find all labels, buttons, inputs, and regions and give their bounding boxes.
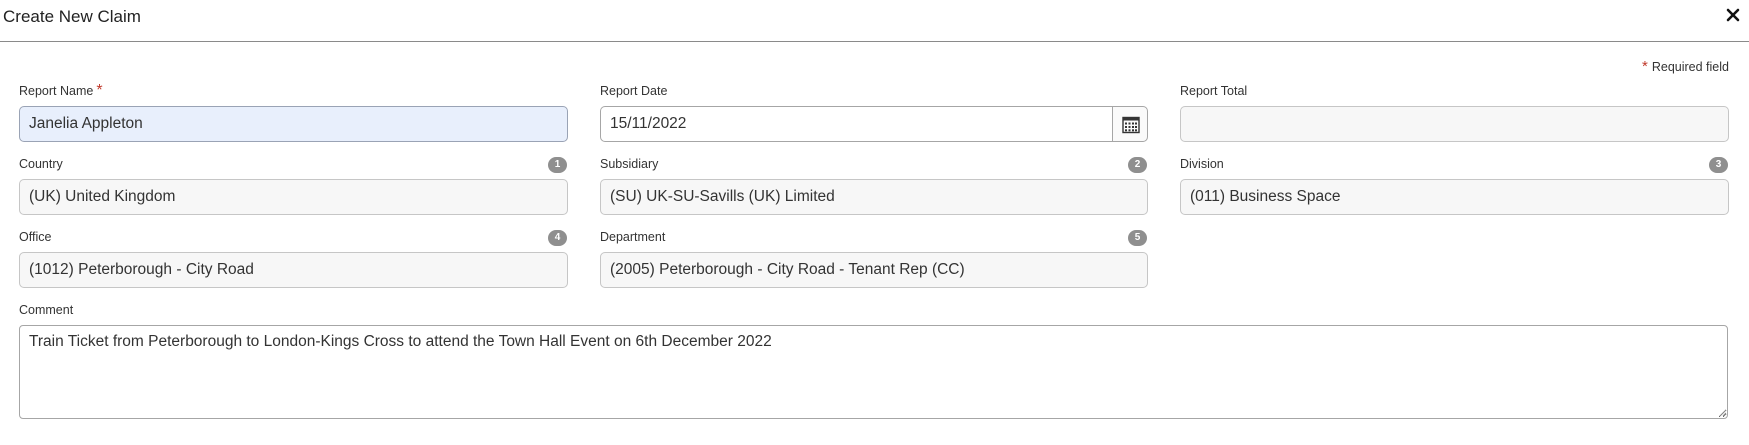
report-date-input[interactable]: 15/11/2022 (600, 106, 1114, 142)
comment-label: Comment (19, 303, 74, 317)
office-label: Office (19, 230, 52, 244)
report-name-label-text: Report Name (19, 84, 94, 98)
report-total-input[interactable] (1180, 106, 1729, 142)
dialog-header: Create New Claim (0, 0, 1749, 42)
report-name-required-star: * (96, 82, 103, 99)
required-field-note: * Required field (1642, 58, 1729, 75)
required-star: * (1642, 58, 1648, 75)
subsidiary-badge: 2 (1128, 157, 1147, 173)
department-label: Department (600, 230, 666, 244)
division-field[interactable]: (011) Business Space (1180, 179, 1729, 215)
subsidiary-label: Subsidiary (600, 157, 659, 171)
dialog-title: Create New Claim (3, 7, 141, 26)
subsidiary-field[interactable]: (SU) UK-SU-Savills (UK) Limited (600, 179, 1148, 215)
report-name-label: Report Name * (19, 82, 103, 99)
country-label: Country (19, 157, 63, 171)
calendar-icon (1122, 116, 1140, 134)
office-field[interactable]: (1012) Peterborough - City Road (19, 252, 568, 288)
division-label: Division (1180, 157, 1224, 171)
required-field-text: Required field (1651, 60, 1729, 74)
country-badge: 1 (548, 157, 567, 173)
comment-textarea[interactable]: Train Ticket from Peterborough to London… (19, 325, 1728, 419)
calendar-button[interactable] (1112, 106, 1148, 142)
country-field[interactable]: (UK) United Kingdom (19, 179, 568, 215)
close-icon[interactable] (1724, 6, 1742, 24)
resize-grip-icon[interactable] (1719, 409, 1727, 417)
report-date-label: Report Date (600, 84, 668, 98)
department-badge: 5 (1128, 230, 1147, 246)
report-total-label: Report Total (1180, 84, 1248, 98)
department-field[interactable]: (2005) Peterborough - City Road - Tenant… (600, 252, 1148, 288)
office-badge: 4 (548, 230, 567, 246)
division-badge: 3 (1709, 157, 1728, 173)
report-name-input[interactable]: Janelia Appleton (19, 106, 568, 142)
